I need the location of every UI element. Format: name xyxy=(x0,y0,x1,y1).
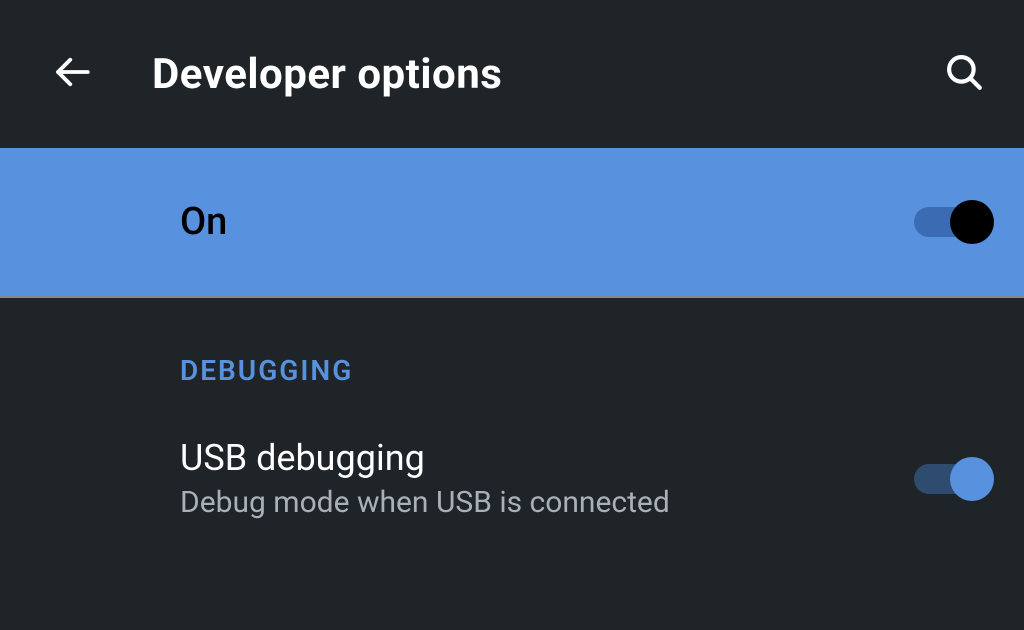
setting-text: USB debugging Debug mode when USB is con… xyxy=(180,437,914,520)
switch-track xyxy=(914,464,984,494)
switch-track xyxy=(914,207,984,237)
master-toggle-label: On xyxy=(180,200,914,244)
switch-thumb xyxy=(950,457,994,501)
setting-title-usb: USB debugging xyxy=(180,437,914,479)
master-toggle-row[interactable]: On xyxy=(0,148,1024,298)
setting-subtitle-usb: Debug mode when USB is connected xyxy=(180,485,914,520)
usb-debugging-switch[interactable] xyxy=(914,464,984,494)
search-button[interactable] xyxy=(940,50,988,98)
search-icon xyxy=(943,51,985,97)
arrow-back-icon xyxy=(51,51,93,97)
setting-usb-debugging-row[interactable]: USB debugging Debug mode when USB is con… xyxy=(0,387,1024,520)
switch-thumb xyxy=(950,200,994,244)
page-title: Developer options xyxy=(152,50,940,99)
master-toggle-switch[interactable] xyxy=(914,207,984,237)
back-button[interactable] xyxy=(48,50,96,98)
app-bar: Developer options xyxy=(0,0,1024,148)
section-header-debugging: DEBUGGING xyxy=(0,298,1024,387)
